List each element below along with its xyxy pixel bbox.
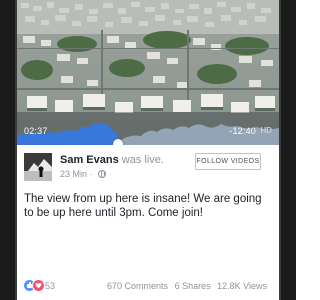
live-video-player[interactable]: 02:37 -12:40 HD bbox=[17, 0, 279, 145]
phone-bezel-left bbox=[0, 0, 17, 300]
author-name[interactable]: Sam Evans bbox=[60, 154, 119, 166]
comments-count[interactable]: 670 Comments bbox=[107, 281, 168, 291]
phone-frame: 02:37 -12:40 HD Sam Evans was live. 23 M bbox=[0, 0, 296, 300]
hd-toggle[interactable]: HD bbox=[260, 126, 272, 135]
love-icon bbox=[32, 279, 45, 292]
phone-screen: 02:37 -12:40 HD Sam Evans was live. 23 M bbox=[17, 0, 279, 300]
avatar-photo bbox=[24, 153, 52, 181]
post-text: The view from up here is insane! We are … bbox=[24, 193, 262, 219]
post-time[interactable]: 23 Min bbox=[60, 169, 87, 179]
views-count: 12.8K Views bbox=[217, 281, 267, 291]
reaction-icons[interactable] bbox=[23, 279, 45, 292]
phone-bezel-right bbox=[279, 0, 296, 300]
engagement-bar: 53 670 Comments 6 Shares 12.8K Views bbox=[17, 276, 279, 300]
reaction-count[interactable]: 53 bbox=[45, 281, 55, 291]
live-status-text: was live. bbox=[118, 154, 164, 166]
avatar[interactable] bbox=[24, 153, 52, 181]
shares-count[interactable]: 6 Shares bbox=[175, 281, 211, 291]
follow-videos-button[interactable]: FOLLOW VIDEOS bbox=[195, 153, 261, 170]
dot-separator: · bbox=[89, 169, 93, 179]
globe-icon bbox=[98, 170, 107, 178]
remaining-time: -12:40 bbox=[229, 126, 256, 136]
city-view-image bbox=[17, 0, 279, 145]
elapsed-time: 02:37 bbox=[24, 126, 48, 136]
post-header: Sam Evans was live. bbox=[60, 154, 164, 166]
engagement-stats: 670 Comments 6 Shares 12.8K Views bbox=[107, 281, 267, 291]
post-meta: 23 Min · bbox=[60, 169, 107, 179]
